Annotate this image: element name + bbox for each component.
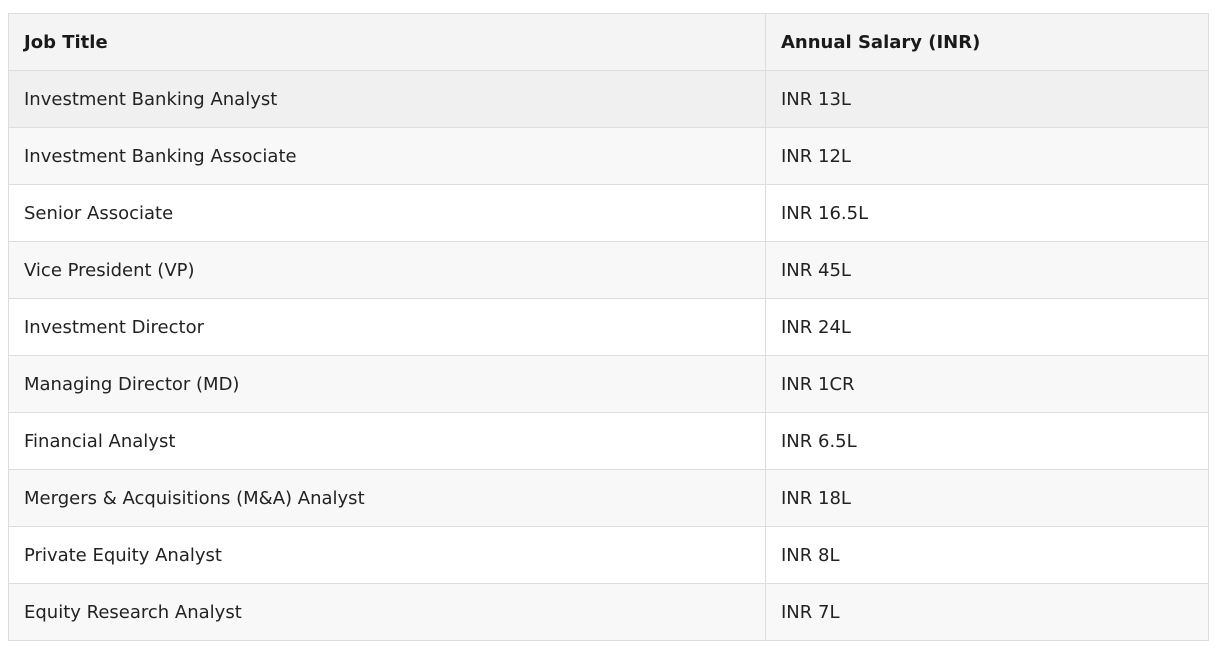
table-row: Vice President (VP) INR 45L	[8, 241, 1209, 299]
job-title-cell: Equity Research Analyst	[8, 583, 766, 641]
salary-table-container: Job Title Annual Salary (INR) Investment…	[8, 13, 1209, 641]
table-header-row: Job Title Annual Salary (INR)	[8, 13, 1209, 71]
column-header-job-title: Job Title	[8, 13, 766, 71]
job-title-cell: Vice President (VP)	[8, 241, 766, 299]
salary-cell: INR 7L	[765, 583, 1209, 641]
salary-cell: INR 6.5L	[765, 412, 1209, 470]
job-title-cell: Investment Director	[8, 298, 766, 356]
job-title-cell: Investment Banking Associate	[8, 127, 766, 185]
salary-cell: INR 18L	[765, 469, 1209, 527]
job-title-cell: Investment Banking Analyst	[8, 70, 766, 128]
salary-cell: INR 45L	[765, 241, 1209, 299]
job-title-cell: Financial Analyst	[8, 412, 766, 470]
job-title-cell: Senior Associate	[8, 184, 766, 242]
job-title-cell: Private Equity Analyst	[8, 526, 766, 584]
table-row: Investment Banking Associate INR 12L	[8, 127, 1209, 185]
table-row: Investment Director INR 24L	[8, 298, 1209, 356]
salary-cell: INR 12L	[765, 127, 1209, 185]
job-title-cell: Managing Director (MD)	[8, 355, 766, 413]
column-header-annual-salary: Annual Salary (INR)	[765, 13, 1209, 71]
table-row: Equity Research Analyst INR 7L	[8, 583, 1209, 641]
salary-cell: INR 24L	[765, 298, 1209, 356]
table-row: Senior Associate INR 16.5L	[8, 184, 1209, 242]
salary-cell: INR 1CR	[765, 355, 1209, 413]
table-row: Mergers & Acquisitions (M&A) Analyst INR…	[8, 469, 1209, 527]
salary-cell: INR 8L	[765, 526, 1209, 584]
table-row: Managing Director (MD) INR 1CR	[8, 355, 1209, 413]
table-row: Investment Banking Analyst INR 13L	[8, 70, 1209, 128]
table-row: Financial Analyst INR 6.5L	[8, 412, 1209, 470]
salary-cell: INR 16.5L	[765, 184, 1209, 242]
job-title-cell: Mergers & Acquisitions (M&A) Analyst	[8, 469, 766, 527]
salary-table: Job Title Annual Salary (INR) Investment…	[8, 13, 1209, 641]
table-row: Private Equity Analyst INR 8L	[8, 526, 1209, 584]
salary-cell: INR 13L	[765, 70, 1209, 128]
